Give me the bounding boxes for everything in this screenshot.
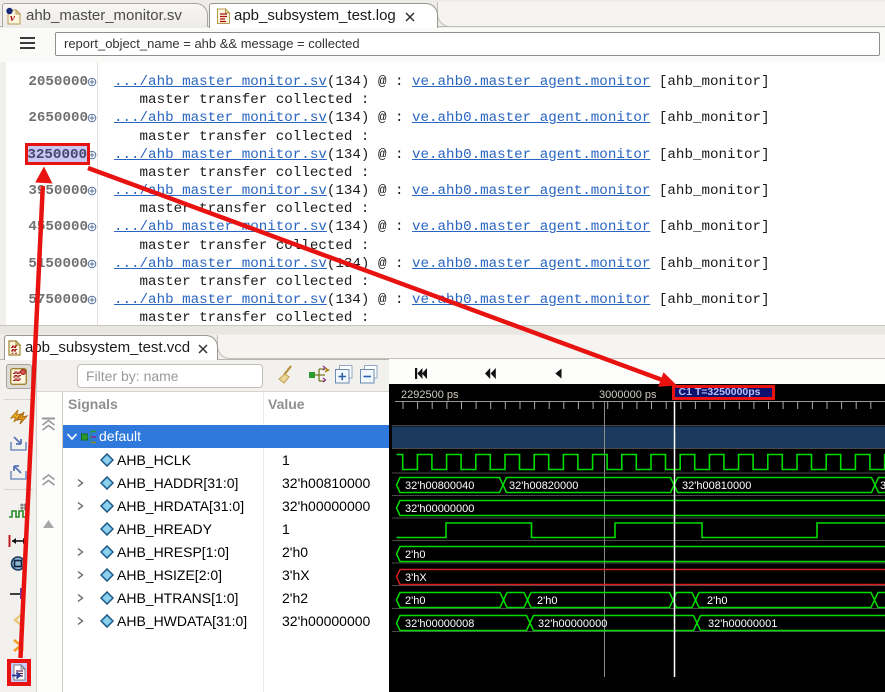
svg-text:3'hX: 3'hX	[405, 572, 427, 584]
svg-text:32'h00820000: 32'h00820000	[509, 480, 578, 492]
svg-text:3000000 ps: 3000000 ps	[599, 389, 657, 401]
svg-text:2'h0: 2'h0	[537, 595, 557, 607]
svg-text:3: 3	[880, 480, 885, 492]
svg-text:32'h00810000: 32'h00810000	[682, 480, 751, 492]
svg-text:2'h0: 2'h0	[405, 549, 425, 561]
svg-text:32'h00800040: 32'h00800040	[405, 480, 474, 492]
svg-text:2292500 ps: 2292500 ps	[401, 389, 459, 401]
svg-text:32'h00000000: 32'h00000000	[405, 503, 474, 515]
svg-text:32'h00000008: 32'h00000008	[405, 618, 474, 630]
svg-text:32'h00000001: 32'h00000001	[708, 618, 777, 630]
svg-text:32'h00000000: 32'h00000000	[538, 618, 607, 630]
svg-text:2'h0: 2'h0	[405, 595, 425, 607]
svg-text:2'h0: 2'h0	[707, 595, 727, 607]
